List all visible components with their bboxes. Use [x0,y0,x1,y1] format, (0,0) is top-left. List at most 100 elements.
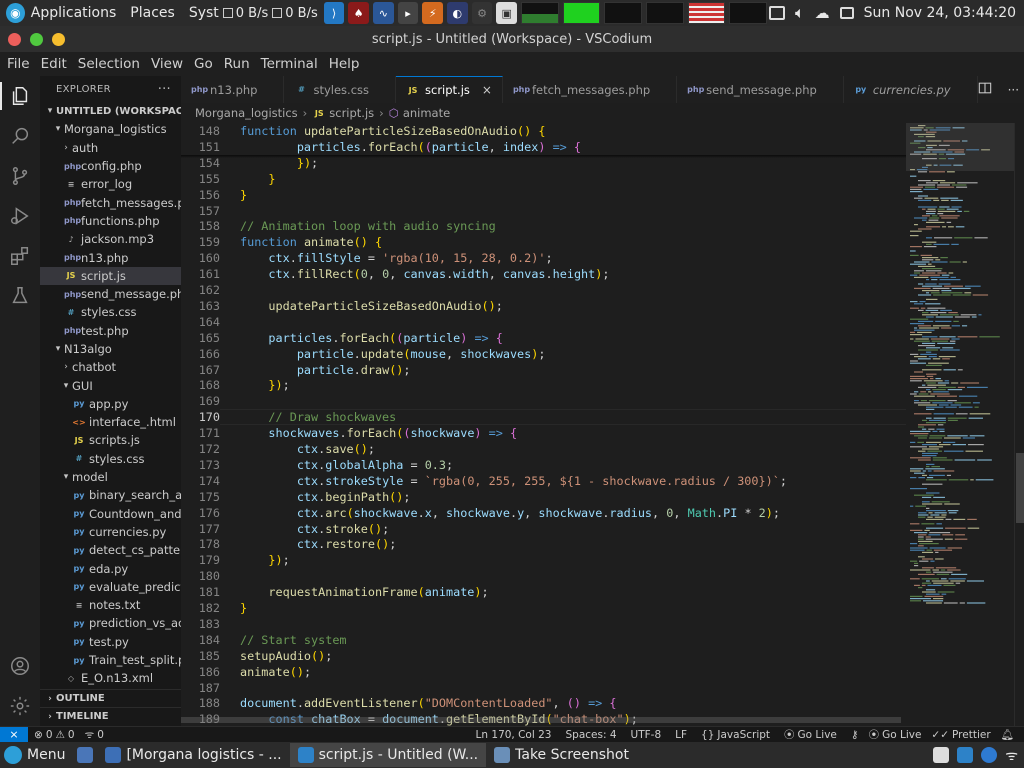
code-line[interactable]: 171 shockwaves.forEach((shockwave) => { [181,425,906,441]
outline-section[interactable]: › OUTLINE [40,689,181,707]
cursor-position[interactable]: Ln 170, Col 23 [476,729,552,741]
menu-terminal[interactable]: Terminal [256,56,323,72]
go-live-button[interactable]: ⦿ Go Live [784,727,837,742]
code-line[interactable]: 163 updateParticleSizeBasedOnAudio(); [181,298,906,314]
keyboard-tray-icon[interactable] [933,747,950,763]
code-line[interactable]: 159 function animate() { [181,234,906,250]
minimize-window-button[interactable] [52,32,65,46]
split-editor-icon[interactable] [978,81,992,98]
vscodium-tray-icon[interactable] [957,747,974,763]
vertical-scrollbar[interactable] [1014,123,1024,726]
code-line[interactable]: 183 [181,616,906,632]
close-tab-icon[interactable]: × [482,83,492,97]
problems-indicator[interactable]: ⊗ 0 ⚠ 0 [34,729,75,741]
code-line[interactable]: 161 ctx.fillRect(0, 0, canvas.width, can… [181,266,906,282]
minimap-slider[interactable] [906,123,1014,171]
file-item[interactable]: php functions.php [40,212,181,230]
ports-indicator[interactable]: ᯤ0 [85,728,104,742]
pulse-launcher-icon[interactable]: ∿ [373,2,394,24]
applications-menu[interactable]: Applications [31,5,117,21]
folder-item[interactable]: ▾ Morgana_logistics [40,120,181,138]
file-item[interactable]: py Train_test_split.py [40,651,181,669]
code-line[interactable]: 167 particle.draw(); [181,362,906,378]
minimap[interactable] [906,123,1014,726]
file-item[interactable]: ♪ jackson.mp3 [40,230,181,248]
folder-item[interactable]: ▾ N13algo [40,340,181,358]
keyboard-layout-flag-icon[interactable] [687,2,726,24]
places-menu[interactable]: Places [130,5,175,21]
code-line[interactable]: 156} [181,187,906,203]
timeline-section[interactable]: › TIMELINE [40,707,181,725]
folder-item[interactable]: ▾ GUI [40,376,181,394]
code-line[interactable]: 175 ctx.beginPath(); [181,489,906,505]
file-item[interactable]: ≡ notes.txt [40,596,181,614]
file-item[interactable]: JS script.js [40,266,181,285]
code-line[interactable]: 170 // Draw shockwaves [181,409,906,425]
file-item[interactable]: py eda.py [40,559,181,577]
gitkraken-launcher-icon[interactable]: ⚡ [422,2,444,24]
horizontal-scrollbar-thumb[interactable] [181,717,901,723]
browser-launcher-icon[interactable]: ◐ [447,2,468,24]
more-actions-icon[interactable]: ··· [1008,83,1019,97]
code-line[interactable]: 148 function updateParticleSizeBasedOnAud… [181,123,906,139]
run-debug-icon[interactable] [8,204,32,228]
maximize-window-button[interactable] [30,32,43,46]
menu-go[interactable]: Go [189,56,218,72]
prettier-button[interactable]: ✓✓ Prettier [931,729,990,741]
vertical-scrollbar-thumb[interactable] [1016,453,1024,523]
key-icon[interactable]: ⚷ [851,729,859,741]
screenshot-launcher-icon[interactable]: ▣ [496,2,517,24]
breadcrumb-folder[interactable]: Morgana_logistics [195,106,298,120]
taskbar-task[interactable]: Take Screenshot [486,743,637,767]
wifi-icon[interactable]: ᯤ [1005,746,1018,765]
file-item[interactable]: phpfetch_messages.php [40,193,181,211]
file-item[interactable]: py currencies.py [40,523,181,541]
code-line[interactable]: 173 ctx.globalAlpha = 0.3; [181,457,906,473]
menu-selection[interactable]: Selection [73,56,145,72]
code-line[interactable]: 160 ctx.fillStyle = 'rgba(10, 15, 28, 0.… [181,250,906,266]
taskbar-task[interactable]: [Morgana logistics - ... [97,743,289,767]
code-line[interactable]: 168 }); [181,377,906,393]
code-line[interactable]: 157 [181,203,906,219]
end-of-line[interactable]: LF [675,729,687,741]
explorer-icon[interactable] [8,84,32,108]
clock[interactable]: Sun Nov 24, 03:44:20 [864,5,1016,21]
weather-icon[interactable]: ☁ [815,4,830,22]
code-line[interactable]: 165 particles.forEach((particle) => { [181,330,906,346]
code-line[interactable]: 169 [181,393,906,409]
game-launcher-icon[interactable]: ♠ [348,2,370,24]
code-line[interactable]: 164 [181,314,906,330]
testing-icon[interactable] [8,284,32,308]
code-line[interactable]: 180 [181,568,906,584]
menu-view[interactable]: View [146,56,188,72]
window-titlebar[interactable]: script.js - Untitled (Workspace) - VSCod… [0,26,1024,52]
account-icon[interactable] [8,654,32,678]
file-item[interactable]: <> interface_.html [40,413,181,431]
go-live-button-2[interactable]: ⦿ Go Live [869,727,922,742]
encoding[interactable]: UTF-8 [631,729,662,741]
code-line[interactable]: 184 // Start system [181,632,906,648]
search-icon[interactable] [8,124,32,148]
file-item[interactable]: py evaluate_predict.py [40,578,181,596]
more-actions-icon[interactable]: ··· [158,82,171,97]
horizontal-scrollbar[interactable] [181,716,901,724]
file-item[interactable]: php n13.php [40,248,181,266]
code-line[interactable]: 178 ctx.restore(); [181,536,906,552]
code-line[interactable]: 177 ctx.stroke(); [181,521,906,537]
distro-logo-icon[interactable]: ◉ [6,3,25,23]
menu-run[interactable]: Run [219,56,255,72]
file-item[interactable]: py prediction_vs_actu... [40,614,181,632]
file-item[interactable]: py detect_cs_patterns... [40,541,181,559]
manage-gear-icon[interactable] [8,694,32,718]
editor-tab[interactable]: php n13.php [181,76,285,103]
editor-tab[interactable]: py currencies.py [844,76,978,103]
system-menu[interactable]: Syst [189,5,219,21]
editor-tab[interactable]: php fetch_messages.php [503,76,678,103]
code-editor[interactable]: 148 function updateParticleSizeBasedOnAud… [181,123,906,726]
code-line[interactable]: 186 animate(); [181,664,906,680]
file-item[interactable]: ≡ error_log [40,175,181,193]
file-item[interactable]: py Countdown_and_ti... [40,505,181,523]
menu-file[interactable]: File [2,56,35,72]
extensions-icon[interactable] [8,244,32,268]
volume-icon[interactable]: 🔈︎ [795,3,805,23]
